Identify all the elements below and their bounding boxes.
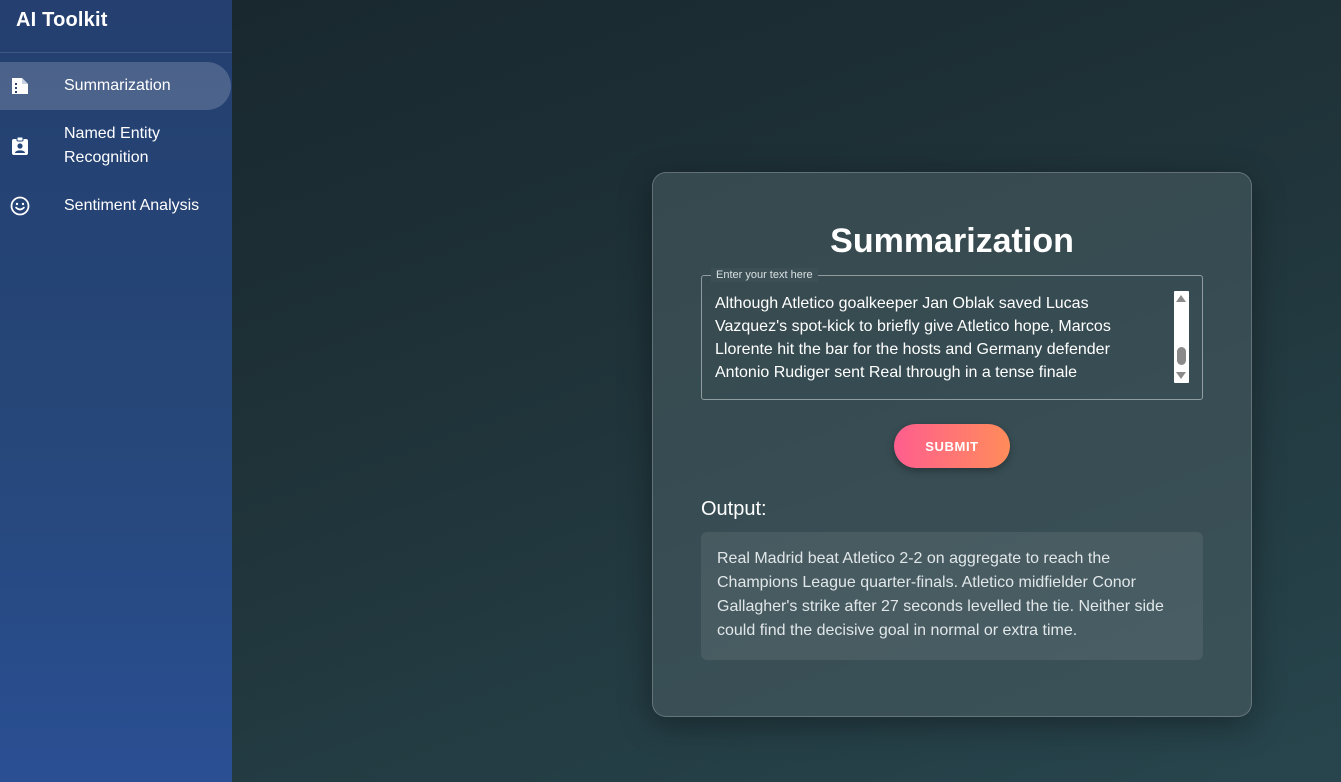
sidebar-item-summarization[interactable]: Summarization xyxy=(0,62,231,110)
submit-button[interactable]: SUBMIT xyxy=(894,424,1010,468)
badge-icon xyxy=(10,136,30,156)
page-title: Summarization xyxy=(830,222,1074,260)
output-heading: Output: xyxy=(701,498,767,520)
sidebar: AI Toolkit Summarization Named Entity Re… xyxy=(0,0,232,782)
summarization-card: Summarization Enter your text here Altho… xyxy=(652,172,1252,717)
output-text: Real Madrid beat Atletico 2-2 on aggrega… xyxy=(717,550,1164,639)
sidebar-item-label: Summarization xyxy=(64,77,171,94)
smiley-icon xyxy=(10,196,30,216)
scroll-up-arrow-icon[interactable] xyxy=(1176,295,1186,302)
scroll-thumb[interactable] xyxy=(1177,347,1186,365)
app-title: AI Toolkit xyxy=(0,0,232,53)
text-input-value[interactable]: Although Atletico goalkeeper Jan Oblak s… xyxy=(715,292,1155,384)
scroll-down-arrow-icon[interactable] xyxy=(1176,372,1186,379)
output-box: Real Madrid beat Atletico 2-2 on aggrega… xyxy=(701,532,1203,660)
sidebar-item-named-entity-recognition[interactable]: Named Entity Recognition xyxy=(0,110,231,182)
summarize-doc-icon xyxy=(10,76,30,96)
text-input-label: Enter your text here xyxy=(711,268,818,282)
sidebar-item-sentiment-analysis[interactable]: Sentiment Analysis xyxy=(0,182,231,230)
sidebar-item-label: Sentiment Analysis xyxy=(64,197,200,214)
sidebar-item-label: Named Entity Recognition xyxy=(64,125,161,166)
text-input-field[interactable]: Enter your text here Although Atletico g… xyxy=(701,268,1203,400)
text-input-scrollbar[interactable] xyxy=(1174,291,1189,383)
sidebar-nav: Summarization Named Entity Recognition S… xyxy=(0,62,232,230)
